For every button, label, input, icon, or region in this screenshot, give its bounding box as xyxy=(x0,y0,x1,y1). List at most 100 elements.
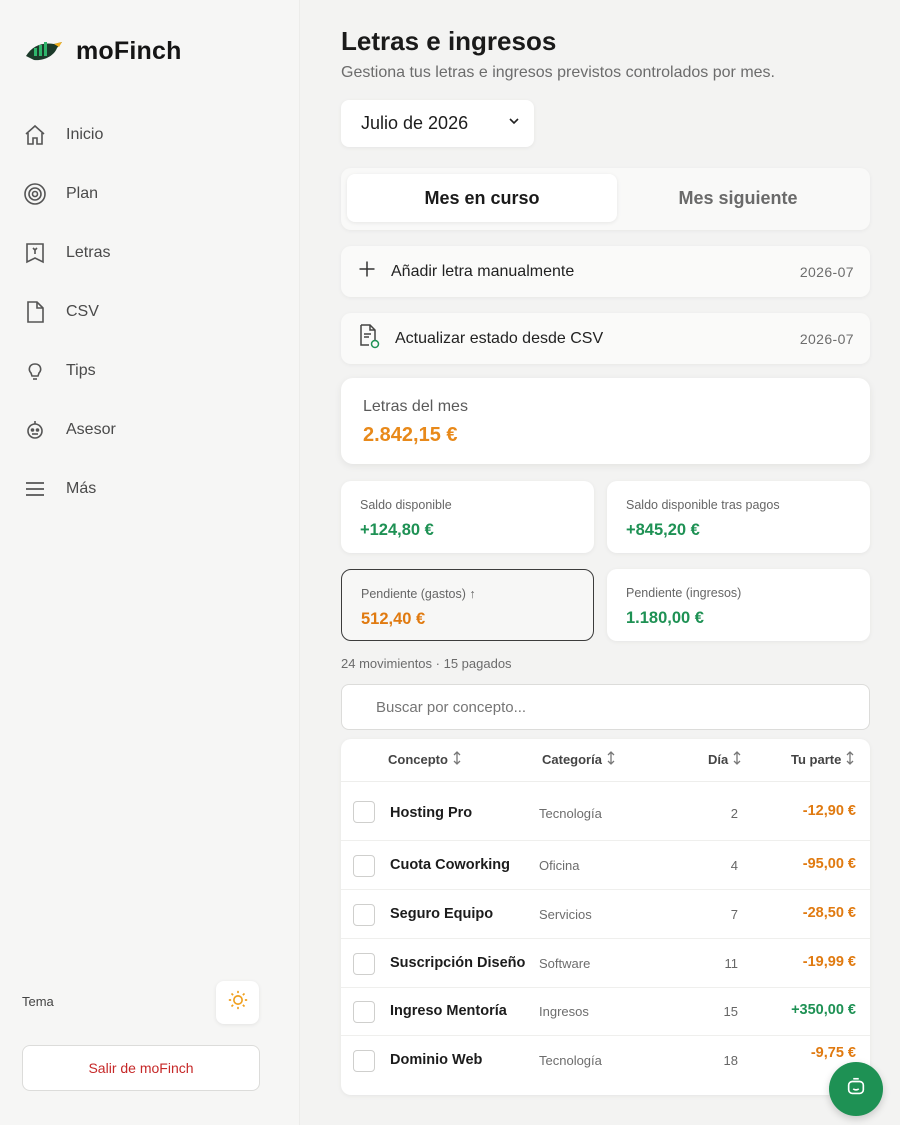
assistant-chat-button[interactable] xyxy=(829,1062,883,1116)
table-row[interactable]: Cuota Coworking Oficina 4 -95,00 € xyxy=(341,841,870,890)
sidebar-item-label: Plan xyxy=(66,184,99,202)
add-letra-month: 2026-07 xyxy=(799,263,854,280)
column-header-dia[interactable]: Día xyxy=(708,751,742,768)
sort-icon xyxy=(452,751,462,768)
row-checkbox[interactable] xyxy=(353,855,375,877)
month-select-value: Julio de 2026 xyxy=(361,113,469,133)
letras-del-mes-card: Letras del mes 2.842,15 € xyxy=(341,378,870,464)
row-checkbox[interactable] xyxy=(353,1001,375,1023)
letras-del-mes-label: Letras del mes xyxy=(363,398,468,415)
row-concept: Seguro Equipo xyxy=(390,906,494,922)
tab-mes-en-curso[interactable]: Mes en curso xyxy=(347,174,617,222)
sidebar-item-asesor[interactable]: Asesor xyxy=(0,400,300,459)
row-concept: Hosting Pro xyxy=(390,805,473,821)
target-icon xyxy=(22,181,48,207)
update-csv-button[interactable]: Actualizar estado desde CSV 2026-07 xyxy=(341,313,870,364)
column-header-categoria[interactable]: Categoría xyxy=(542,751,616,768)
chat-bot-icon xyxy=(845,1076,867,1103)
sidebar: moFinch Inicio Plan Letras CSV Tips Ases… xyxy=(0,0,300,1125)
brand-name: moFinch xyxy=(76,37,182,65)
stat-saldo-tras-pagos[interactable]: Saldo disponible tras pagos +845,20 € xyxy=(607,481,870,553)
column-header-concepto[interactable]: Concepto xyxy=(388,751,462,768)
table-row[interactable]: Dominio Web Tecnología 18 -9,75 € xyxy=(341,1036,870,1085)
stat-label: Pendiente (ingresos) xyxy=(626,586,742,600)
finch-logo-icon xyxy=(24,34,64,69)
stat-value: 1.180,00 € xyxy=(626,609,704,627)
row-concept: Cuota Coworking xyxy=(390,857,511,873)
advisor-icon xyxy=(22,417,48,443)
csv-refresh-icon xyxy=(357,323,381,354)
sidebar-item-csv[interactable]: CSV xyxy=(0,282,300,341)
menu-icon xyxy=(22,476,48,502)
stat-saldo-disponible[interactable]: Saldo disponible +124,80 € xyxy=(341,481,594,553)
column-header-label: Tu parte xyxy=(791,752,842,767)
sidebar-item-mas[interactable]: Más xyxy=(0,459,300,518)
home-icon xyxy=(22,122,48,148)
column-header-label: Categoría xyxy=(542,752,602,767)
row-category: Servicios xyxy=(539,907,592,922)
sidebar-item-plan[interactable]: Plan xyxy=(0,164,300,223)
page-title: Letras e ingresos xyxy=(341,26,557,56)
add-letra-label: Añadir letra manualmente xyxy=(391,262,575,280)
sidebar-item-label: Letras xyxy=(66,243,111,261)
row-amount: -19,99 € xyxy=(802,954,856,970)
page-subtitle: Gestiona tus letras e ingresos previstos… xyxy=(341,64,775,81)
row-amount: +350,00 € xyxy=(791,1002,856,1018)
row-amount: -12,90 € xyxy=(802,803,856,819)
table-header-divider xyxy=(341,781,870,782)
sun-icon xyxy=(227,989,249,1016)
stat-label: Saldo disponible tras pagos xyxy=(626,498,780,512)
row-day: 18 xyxy=(723,1053,738,1068)
letras-del-mes-value: 2.842,15 € xyxy=(363,424,458,446)
row-concept: Suscripción Diseño xyxy=(390,955,526,971)
month-select[interactable]: Julio de 2026 xyxy=(341,100,534,147)
row-day: 4 xyxy=(730,858,738,873)
row-day: 7 xyxy=(730,907,738,922)
lightbulb-icon xyxy=(22,358,48,384)
sort-icon xyxy=(606,751,616,768)
sidebar-item-tips[interactable]: Tips xyxy=(0,341,300,400)
stat-pendiente-gastos[interactable]: Pendiente (gastos) ↑ 512,40 € xyxy=(341,569,594,641)
sidebar-item-inicio[interactable]: Inicio xyxy=(0,105,300,164)
row-concept: Dominio Web xyxy=(390,1052,483,1068)
file-icon xyxy=(22,299,48,325)
table-row[interactable]: Seguro Equipo Servicios 7 -28,50 € xyxy=(341,890,870,939)
row-amount: -9,75 € xyxy=(810,1045,856,1061)
chevron-down-icon xyxy=(506,113,522,134)
row-amount: -28,50 € xyxy=(802,905,856,921)
row-concept: Ingreso Mentoría xyxy=(390,1003,507,1019)
stat-pendiente-ingresos[interactable]: Pendiente (ingresos) 1.180,00 € xyxy=(607,569,870,641)
stat-value: 512,40 € xyxy=(361,610,426,628)
theme-label: Tema xyxy=(22,994,54,1009)
sidebar-item-label: Más xyxy=(66,479,97,497)
brand[interactable]: moFinch xyxy=(24,34,182,69)
sidebar-item-letras[interactable]: Letras xyxy=(0,223,300,282)
column-header-tu-parte[interactable]: Tu parte xyxy=(791,751,855,768)
stat-label: Pendiente (gastos) ↑ xyxy=(361,587,476,601)
row-day: 2 xyxy=(730,806,738,821)
row-checkbox[interactable] xyxy=(353,1050,375,1072)
stat-label: Saldo disponible xyxy=(360,498,452,512)
theme-toggle-button[interactable] xyxy=(216,981,259,1024)
sort-icon xyxy=(845,751,855,768)
table-row[interactable]: Suscripción Diseño Software 11 -19,99 € xyxy=(341,939,870,988)
row-day: 11 xyxy=(724,956,739,971)
row-category: Oficina xyxy=(539,858,580,873)
search-input[interactable] xyxy=(341,684,870,730)
row-amount: -95,00 € xyxy=(802,856,856,872)
sidebar-nav: Inicio Plan Letras CSV Tips Asesor Más xyxy=(0,105,300,518)
row-checkbox[interactable] xyxy=(353,904,375,926)
letras-table: Concepto Categoría Día Tu parte Hosting … xyxy=(341,739,870,1095)
table-row[interactable]: Ingreso Mentoría Ingresos 15 +350,00 € xyxy=(341,987,870,1036)
month-tabs: Mes en curso Mes siguiente xyxy=(341,168,870,230)
table-row[interactable]: Hosting Pro Tecnología 2 -12,90 € xyxy=(341,787,870,841)
row-checkbox[interactable] xyxy=(353,801,375,823)
stat-value: +845,20 € xyxy=(626,521,700,539)
logout-button[interactable]: Salir de moFinch xyxy=(22,1045,260,1091)
update-csv-label: Actualizar estado desde CSV xyxy=(395,329,604,347)
row-checkbox[interactable] xyxy=(353,953,375,975)
row-category: Software xyxy=(539,956,591,971)
stat-value: +124,80 € xyxy=(360,521,434,539)
add-letra-button[interactable]: Añadir letra manualmente 2026-07 xyxy=(341,246,870,297)
tab-mes-siguiente[interactable]: Mes siguiente xyxy=(603,174,873,222)
